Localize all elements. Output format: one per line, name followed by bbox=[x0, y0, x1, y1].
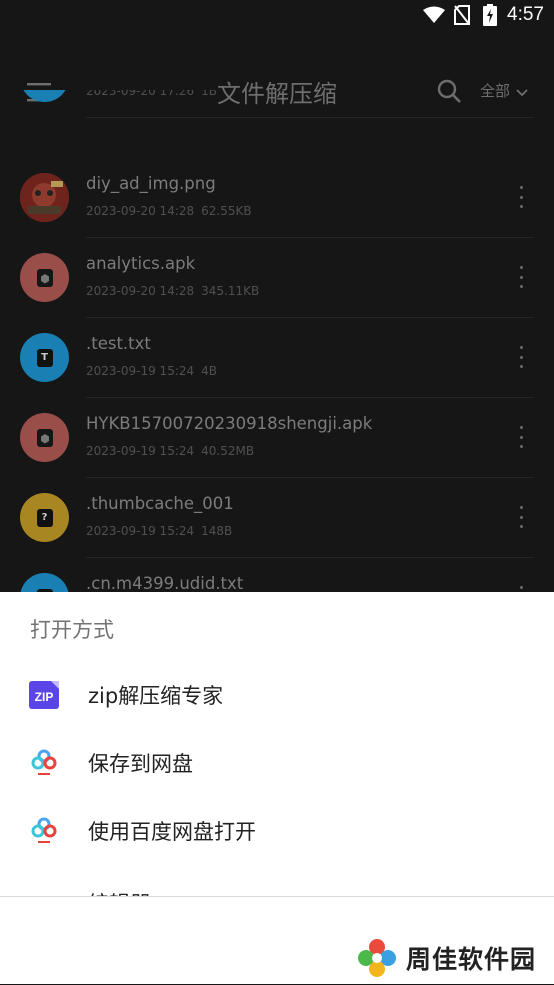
sheet-title: 打开方式 bbox=[30, 618, 114, 642]
file-name: .thumbcache_001 bbox=[86, 494, 234, 513]
sheet-divider bbox=[0, 896, 554, 897]
option-label: 使用百度网盘打开 bbox=[88, 820, 256, 844]
file-name: .test.txt bbox=[86, 334, 151, 353]
file-list: T 2023-09-20 17:261B diy_ad_img.png 2023… bbox=[0, 90, 554, 592]
file-meta: 2023-09-19 15:24 4B bbox=[86, 364, 218, 378]
status-time: 4:57 bbox=[507, 4, 544, 25]
more-options-icon[interactable] bbox=[514, 186, 528, 208]
file-meta: 2023-09-19 15:24 40.52MB bbox=[86, 444, 255, 458]
text-file-icon: T bbox=[20, 333, 69, 382]
watermark: 周佳软件园 bbox=[354, 932, 554, 984]
image-thumbnail bbox=[20, 173, 69, 222]
no-sim-icon bbox=[451, 4, 473, 26]
file-name: diy_ad_img.png bbox=[86, 174, 216, 193]
open-with-sheet: 打开方式 ZIP zip解压缩专家 保存到网盘 使用百度网盘打开 编辑器 bbox=[0, 592, 554, 984]
file-row[interactable]: T .cn.m4399.udid.txt bbox=[0, 558, 554, 592]
file-row[interactable]: ? .thumbcache_001 2023-09-19 15:24 148B bbox=[0, 478, 554, 558]
svg-text:ZIP: ZIP bbox=[35, 690, 54, 704]
file-meta: 2023-09-20 14:28 62.55KB bbox=[86, 204, 252, 218]
option-label: zip解压缩专家 bbox=[88, 684, 224, 708]
zip-app-icon: ZIP bbox=[29, 680, 59, 710]
open-with-option-editor[interactable]: 编辑器 bbox=[0, 870, 554, 896]
file-row[interactable]: diy_ad_img.png 2023-09-20 14:28 62.55KB bbox=[0, 158, 554, 238]
option-label: 保存到网盘 bbox=[88, 752, 193, 776]
file-meta: 2023-09-20 17:26 1B bbox=[86, 90, 218, 98]
file-meta: 2023-09-20 14:28 345.11KB bbox=[86, 284, 260, 298]
folder-icon bbox=[29, 888, 59, 896]
file-name: .cn.m4399.udid.txt bbox=[86, 574, 244, 592]
file-type-icon: T bbox=[20, 90, 69, 102]
file-row[interactable]: T 2023-09-20 17:261B bbox=[0, 90, 554, 118]
file-name: HYKB15700720230918shengji.apk bbox=[86, 414, 373, 433]
file-row[interactable]: analytics.apk 2023-09-20 14:28 345.11KB bbox=[0, 238, 554, 318]
pinwheel-logo-icon bbox=[354, 935, 400, 981]
file-row[interactable]: HYKB15700720230918shengji.apk 2023-09-19… bbox=[0, 398, 554, 478]
baidu-netdisk-icon bbox=[29, 816, 59, 846]
row-divider bbox=[86, 117, 534, 118]
more-options-icon[interactable] bbox=[514, 346, 528, 368]
watermark-text: 周佳软件园 bbox=[406, 945, 537, 974]
more-options-icon[interactable] bbox=[514, 506, 528, 528]
wifi-icon bbox=[423, 4, 446, 26]
file-meta: 2023-09-19 15:24 148B bbox=[86, 524, 233, 538]
more-options-icon[interactable] bbox=[514, 426, 528, 448]
apk-icon bbox=[20, 253, 69, 302]
option-label: 编辑器 bbox=[88, 888, 151, 896]
open-with-option-baidu-netdisk[interactable]: 使用百度网盘打开 bbox=[0, 798, 554, 866]
apk-icon bbox=[20, 413, 69, 462]
file-row[interactable]: T .test.txt 2023-09-19 15:24 4B bbox=[0, 318, 554, 398]
status-bar: 4:57 bbox=[0, 0, 554, 30]
file-name: analytics.apk bbox=[86, 254, 196, 273]
open-with-option-zip[interactable]: ZIP zip解压缩专家 bbox=[0, 662, 554, 730]
unknown-file-icon: ? bbox=[20, 493, 69, 542]
text-file-icon: T bbox=[20, 573, 69, 592]
battery-charging-icon bbox=[479, 4, 501, 26]
open-with-option-save-netdisk[interactable]: 保存到网盘 bbox=[0, 730, 554, 798]
baidu-netdisk-icon bbox=[29, 748, 59, 778]
more-options-icon[interactable] bbox=[514, 266, 528, 288]
